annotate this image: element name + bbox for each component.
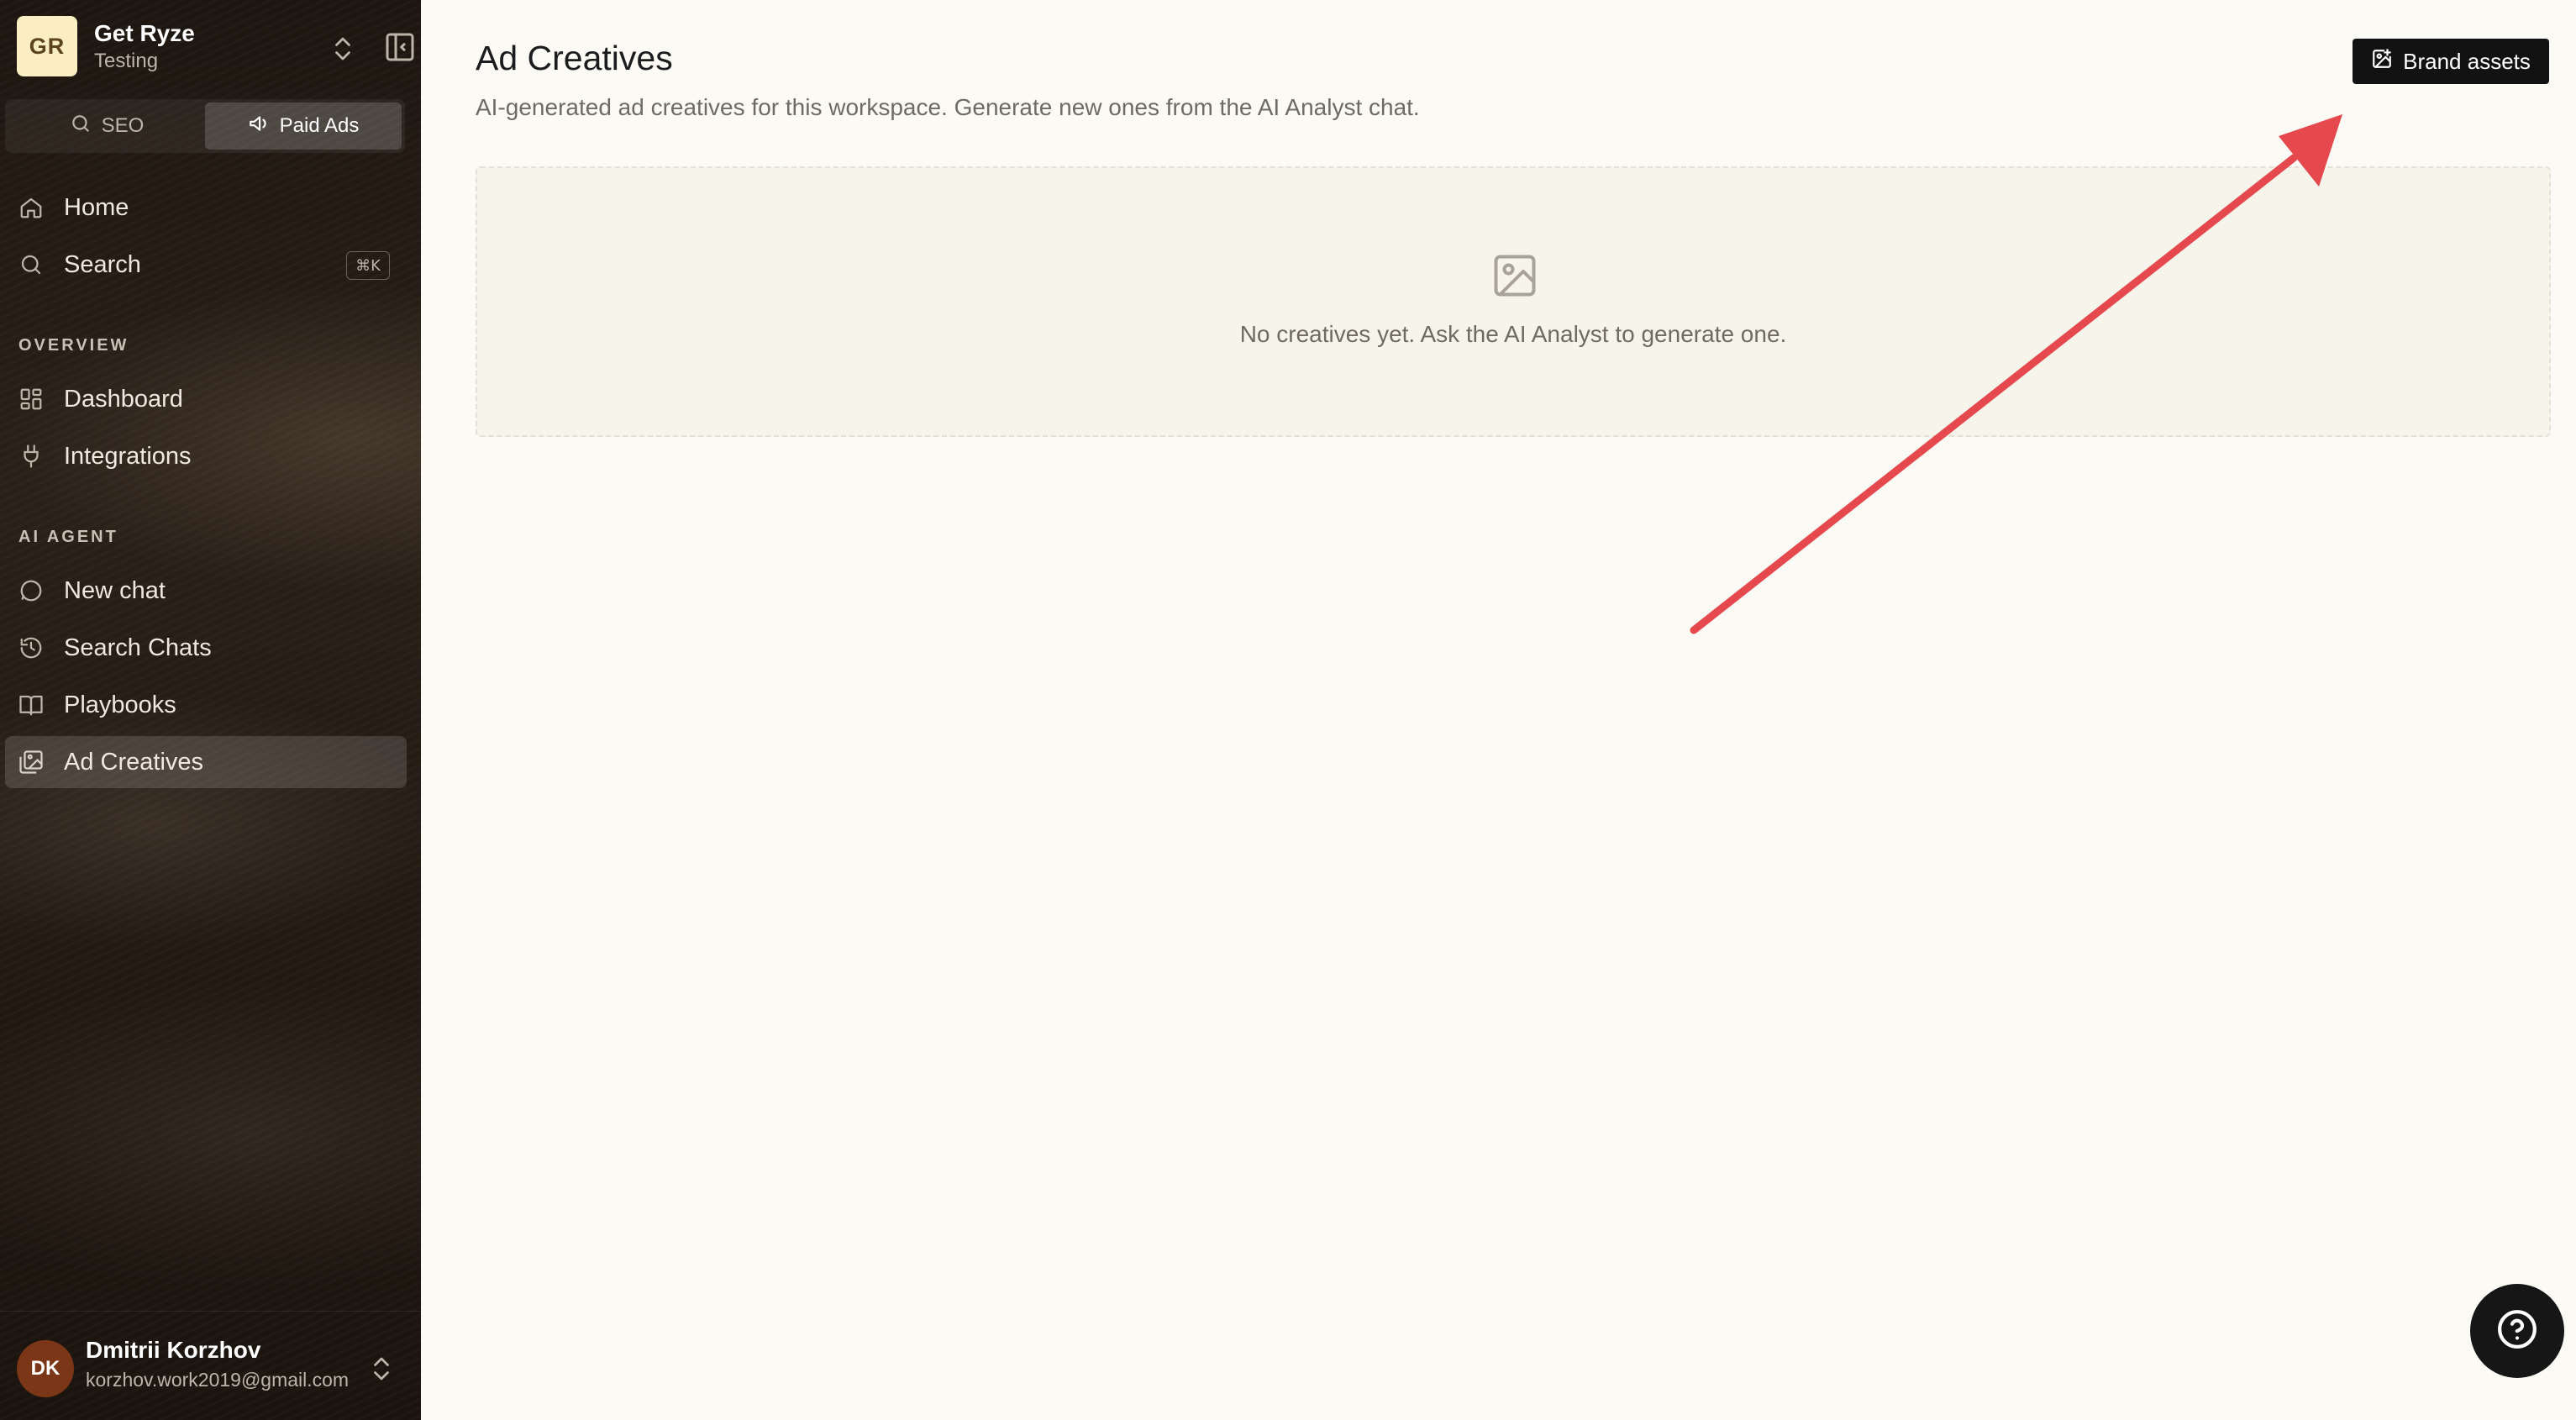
sidebar-item-label: Search Chats [64,634,212,661]
tab-seo[interactable]: SEO [8,103,205,150]
section-label-ai-agent: AI AGENT [18,528,118,546]
sidebar-item-ad-creatives[interactable]: Ad Creatives [5,736,407,788]
sidebar-item-search-chats[interactable]: Search Chats [5,622,407,674]
sidebar-item-label: Integrations [64,442,192,470]
sidebar-item-new-chat[interactable]: New chat [5,565,407,617]
sidebar: GR Get Ryze Testing SEO Paid Ads Home Se… [0,0,421,1420]
user-email: korzhov.work2019@gmail.com [86,1369,350,1391]
page-subtitle: AI-generated ad creatives for this works… [476,94,1420,120]
tab-seo-label: SEO [101,114,145,137]
dashboard-icon [18,387,44,412]
home-icon [18,195,44,220]
history-icon [18,635,44,660]
sidebar-item-search[interactable]: Search ⌘K [5,239,407,291]
image-plus-icon [2371,48,2393,76]
workspace-logo: GR [17,16,77,76]
help-button[interactable] [2470,1284,2564,1378]
tab-paid-ads-label: Paid Ads [279,114,360,137]
section-label-overview: OVERVIEW [18,336,129,355]
chevrons-up-down-icon[interactable] [328,34,358,64]
tab-paid-ads[interactable]: Paid Ads [205,103,402,150]
image-icon [1490,250,1540,301]
mode-tabs: SEO Paid Ads [5,99,405,153]
sidebar-toggle-icon[interactable] [383,30,417,64]
workspace-subtitle: Testing [94,50,159,72]
sidebar-item-integrations[interactable]: Integrations [5,430,407,482]
chevrons-up-down-icon[interactable] [366,1354,397,1384]
plug-icon [18,444,44,469]
chat-bubble-icon [18,578,44,603]
sidebar-item-label: Search [64,250,141,278]
avatar: DK [17,1340,74,1397]
brand-assets-label: Brand assets [2403,48,2531,74]
search-icon [70,113,92,140]
sidebar-item-label: Dashboard [64,385,183,413]
page-title: Ad Creatives [476,39,673,77]
sidebar-item-label: Home [64,193,129,221]
workspace-switcher[interactable]: GR Get Ryze Testing [17,16,414,76]
book-open-icon [18,692,44,718]
search-icon [18,252,44,277]
megaphone-icon [248,113,270,140]
empty-state-message: No creatives yet. Ask the AI Analyst to … [1239,321,1787,347]
sidebar-item-label: Ad Creatives [64,748,204,776]
images-icon [18,749,44,775]
user-menu[interactable]: DK Dmitrii Korzhov korzhov.work2019@gmai… [0,1311,421,1420]
sidebar-item-dashboard[interactable]: Dashboard [5,373,407,425]
user-name: Dmitrii Korzhov [86,1337,261,1363]
sidebar-item-playbooks[interactable]: Playbooks [5,679,407,731]
question-circle-icon [2496,1308,2538,1354]
sidebar-item-label: New chat [64,576,166,604]
brand-assets-button[interactable]: Brand assets [2353,39,2549,84]
workspace-name: Get Ryze [94,20,195,46]
keyboard-shortcut-badge: ⌘K [346,251,390,280]
empty-state: No creatives yet. Ask the AI Analyst to … [476,166,2551,437]
sidebar-item-label: Playbooks [64,691,176,718]
sidebar-item-home[interactable]: Home [5,181,407,234]
